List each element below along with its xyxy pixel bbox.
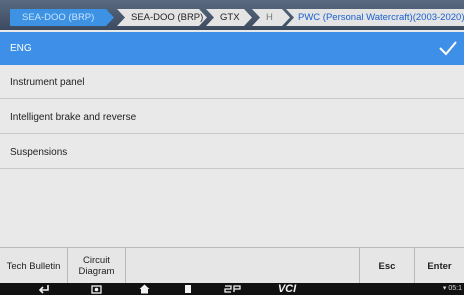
system-menu-list: ENG Instrument panel Intelligent brake a… [0,30,464,247]
wifi-icon: ▾ [442,285,447,292]
system-nav-bar: VCI ▾ 05:1 [0,283,464,295]
enter-button[interactable]: Enter [414,248,464,284]
home-icon[interactable] [134,283,154,295]
breadcrumb-label: H [266,12,273,23]
menu-item-instrument-panel[interactable]: Instrument panel [0,66,464,99]
button-label-line1: Circuit [83,255,110,266]
button-label-line2: Diagram [78,266,115,277]
menu-item-label: Intelligent brake and reverse [10,111,137,123]
status-indicator: ▾ 05:1 [443,284,462,292]
tech-bulletin-button[interactable]: Tech Bulletin [0,248,68,284]
breadcrumb-item-variant[interactable]: H [252,9,290,26]
menu-item-suspensions[interactable]: Suspensions [0,136,464,169]
checkmark-icon [439,41,457,56]
esc-button[interactable]: Esc [359,248,414,284]
vci-label: VCI [277,283,297,295]
camera-icon[interactable] [86,283,106,295]
breadcrumb-label: GTX [220,12,240,23]
vci-icon[interactable]: VCI [272,283,302,295]
status-time: 05:1 [448,285,462,292]
menu-item-label: Instrument panel [10,76,85,88]
button-label: Esc [378,260,396,272]
screenshot-icon[interactable] [218,283,248,295]
breadcrumb-label: PWC (Personal Watercraft)(2003-2020) [298,12,464,23]
button-label: Tech Bulletin [6,260,61,272]
breadcrumb-item-type[interactable]: PWC (Personal Watercraft)(2003-2020) [286,9,464,26]
breadcrumb-item-model[interactable]: GTX [206,9,252,26]
breadcrumb-item-brand[interactable]: SEA-DOO (BRP) [117,9,207,26]
breadcrumb-label: SEA-DOO (BRP) [22,12,95,23]
breadcrumb-item-make[interactable]: SEA-DOO (BRP) [10,9,114,26]
circuit-diagram-button[interactable]: Circuit Diagram [68,248,126,284]
menu-item-intelligent-brake[interactable]: Intelligent brake and reverse [0,101,464,134]
recent-apps-icon[interactable] [178,283,198,295]
button-label: Enter [427,260,452,272]
breadcrumb-label: SEA-DOO (BRP) [131,12,204,23]
menu-item-label: ENG [10,43,32,54]
menu-item-label: Suspensions [10,146,68,158]
app-screen: SEA-DOO (BRP) SEA-DOO (BRP) GTX H PWC (P… [0,0,464,295]
back-icon[interactable] [34,283,54,295]
menu-item-eng[interactable]: ENG [0,32,464,65]
function-toolbar: Tech Bulletin Circuit Diagram Esc Enter [0,247,464,284]
breadcrumb: SEA-DOO (BRP) SEA-DOO (BRP) GTX H PWC (P… [0,0,464,30]
